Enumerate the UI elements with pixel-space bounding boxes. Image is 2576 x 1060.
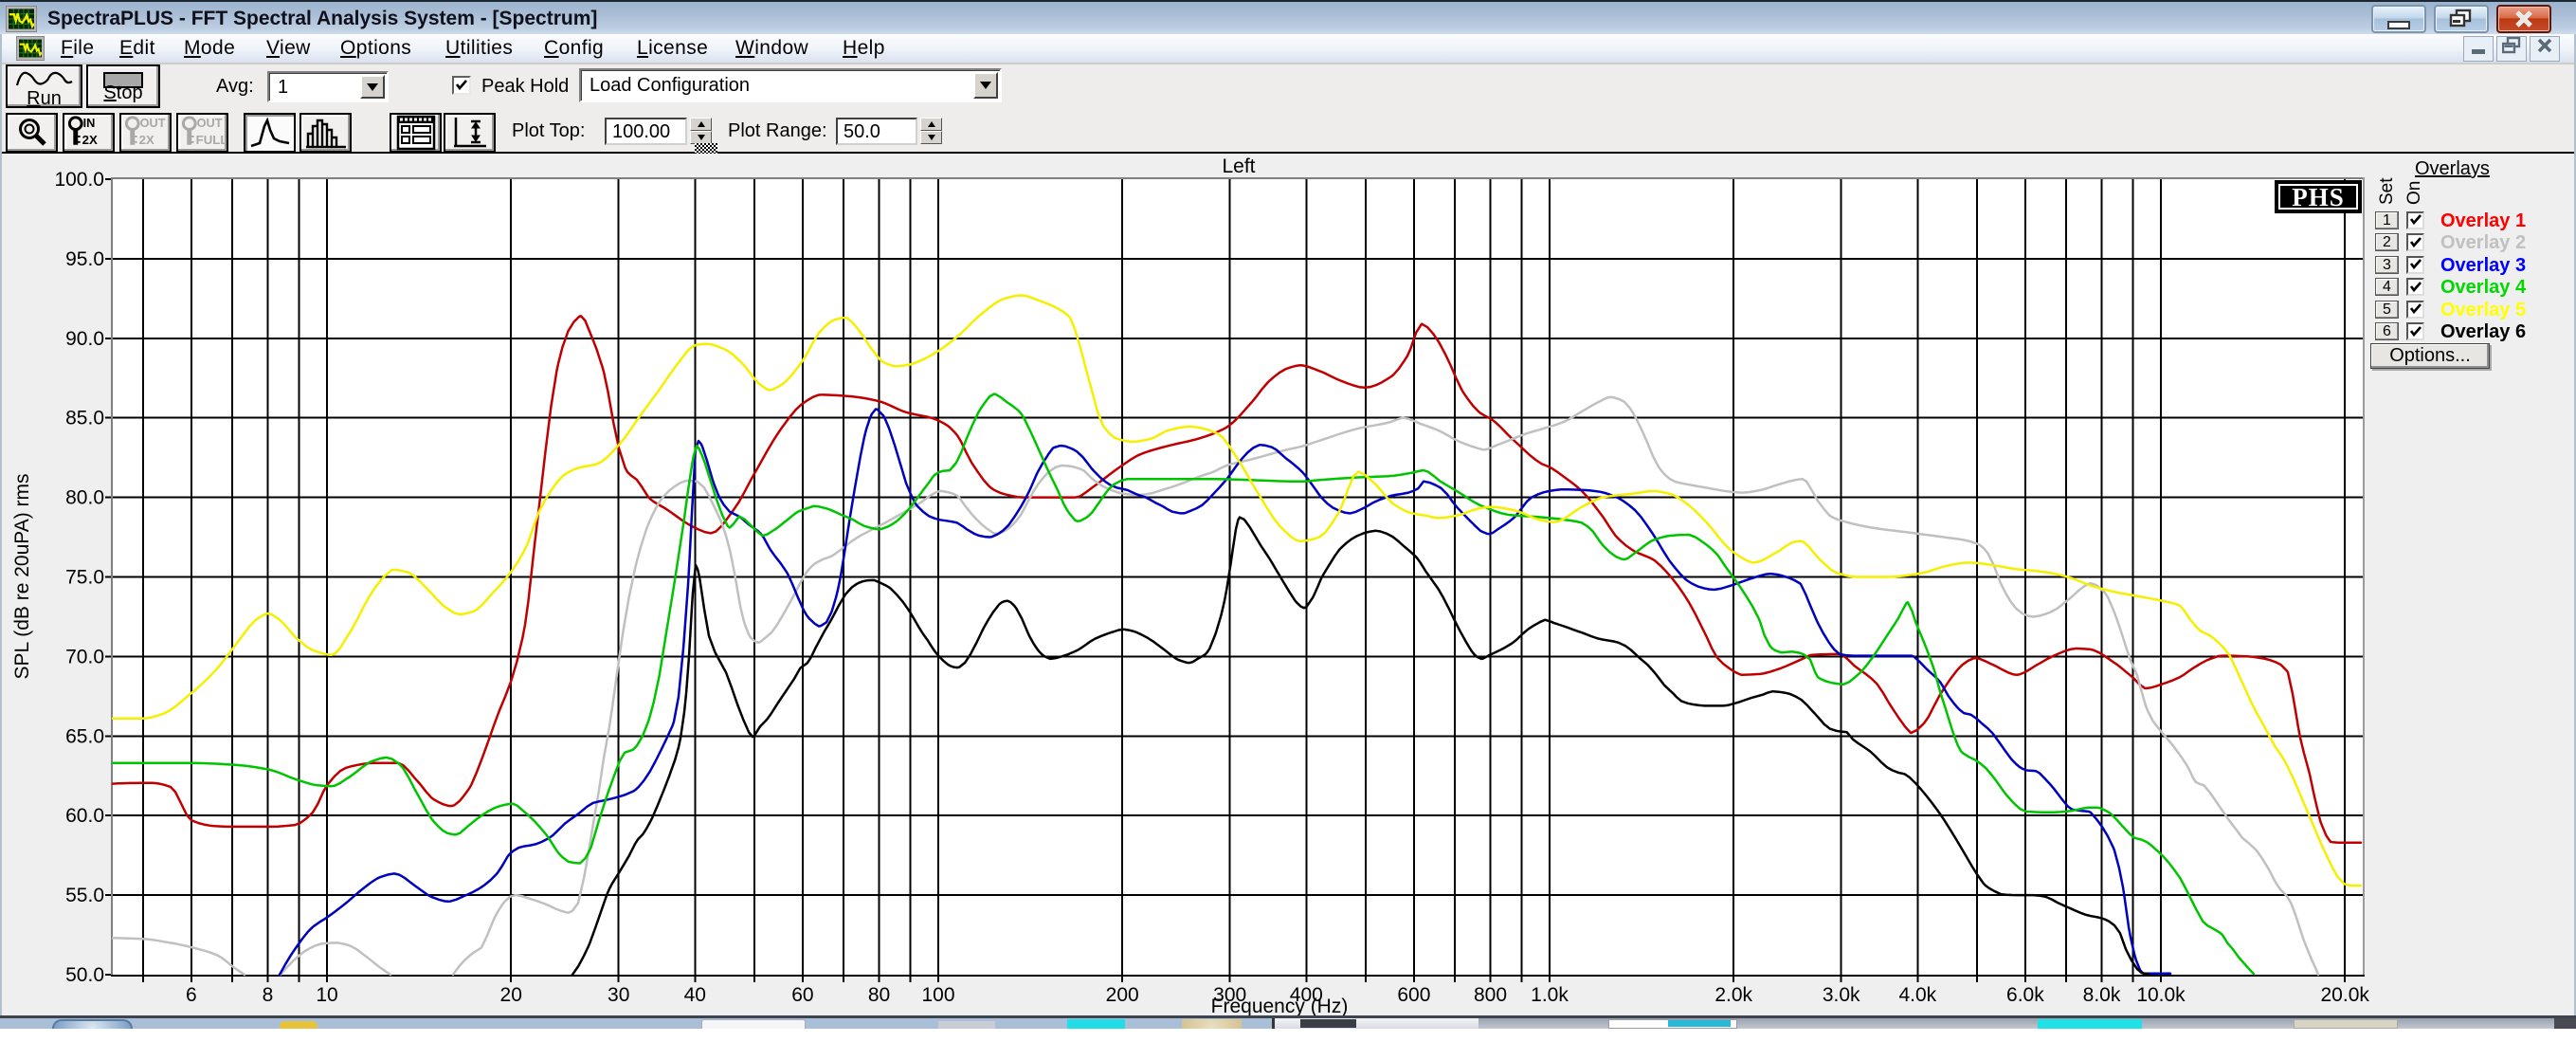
svg-text:Left: Left bbox=[1222, 155, 1255, 177]
svg-text:10: 10 bbox=[316, 984, 337, 1006]
svg-text:100.0: 100.0 bbox=[54, 169, 104, 191]
svg-text:80: 80 bbox=[868, 984, 890, 1006]
svg-text:80.0: 80.0 bbox=[65, 487, 104, 509]
svg-text:PHS: PHS bbox=[2292, 183, 2345, 211]
svg-text:30: 30 bbox=[608, 984, 629, 1006]
svg-text:1.0k: 1.0k bbox=[1531, 984, 1569, 1006]
svg-text:6.0k: 6.0k bbox=[2006, 984, 2044, 1006]
svg-text:75.0: 75.0 bbox=[65, 567, 104, 589]
svg-text:40: 40 bbox=[684, 984, 706, 1006]
svg-text:85.0: 85.0 bbox=[65, 408, 104, 429]
svg-text:4.0k: 4.0k bbox=[1898, 984, 1936, 1006]
svg-text:55.0: 55.0 bbox=[65, 885, 104, 906]
svg-text:60: 60 bbox=[791, 984, 813, 1006]
svg-text:800: 800 bbox=[1474, 984, 1507, 1006]
svg-text:10.0k: 10.0k bbox=[2136, 984, 2186, 1006]
svg-text:20.0k: 20.0k bbox=[2321, 984, 2370, 1006]
svg-text:70.0: 70.0 bbox=[65, 646, 104, 667]
svg-text:Frequency (Hz): Frequency (Hz) bbox=[1211, 996, 1349, 1017]
svg-text:95.0: 95.0 bbox=[65, 248, 104, 270]
svg-text:8.0k: 8.0k bbox=[2083, 984, 2121, 1006]
svg-text:200: 200 bbox=[1106, 984, 1139, 1006]
svg-text:6: 6 bbox=[186, 984, 197, 1006]
svg-text:2.0k: 2.0k bbox=[1714, 984, 1752, 1006]
svg-text:3.0k: 3.0k bbox=[1823, 984, 1860, 1006]
svg-text:60.0: 60.0 bbox=[65, 805, 104, 827]
svg-text:50.0: 50.0 bbox=[65, 964, 104, 986]
svg-text:90.0: 90.0 bbox=[65, 328, 104, 350]
svg-text:100: 100 bbox=[921, 984, 954, 1006]
svg-text:8: 8 bbox=[263, 984, 274, 1006]
svg-text:SPL (dB re 20uPA) rms: SPL (dB re 20uPA) rms bbox=[11, 473, 33, 679]
svg-text:600: 600 bbox=[1397, 984, 1430, 1006]
svg-text:65.0: 65.0 bbox=[65, 725, 104, 747]
svg-text:20: 20 bbox=[500, 984, 522, 1006]
